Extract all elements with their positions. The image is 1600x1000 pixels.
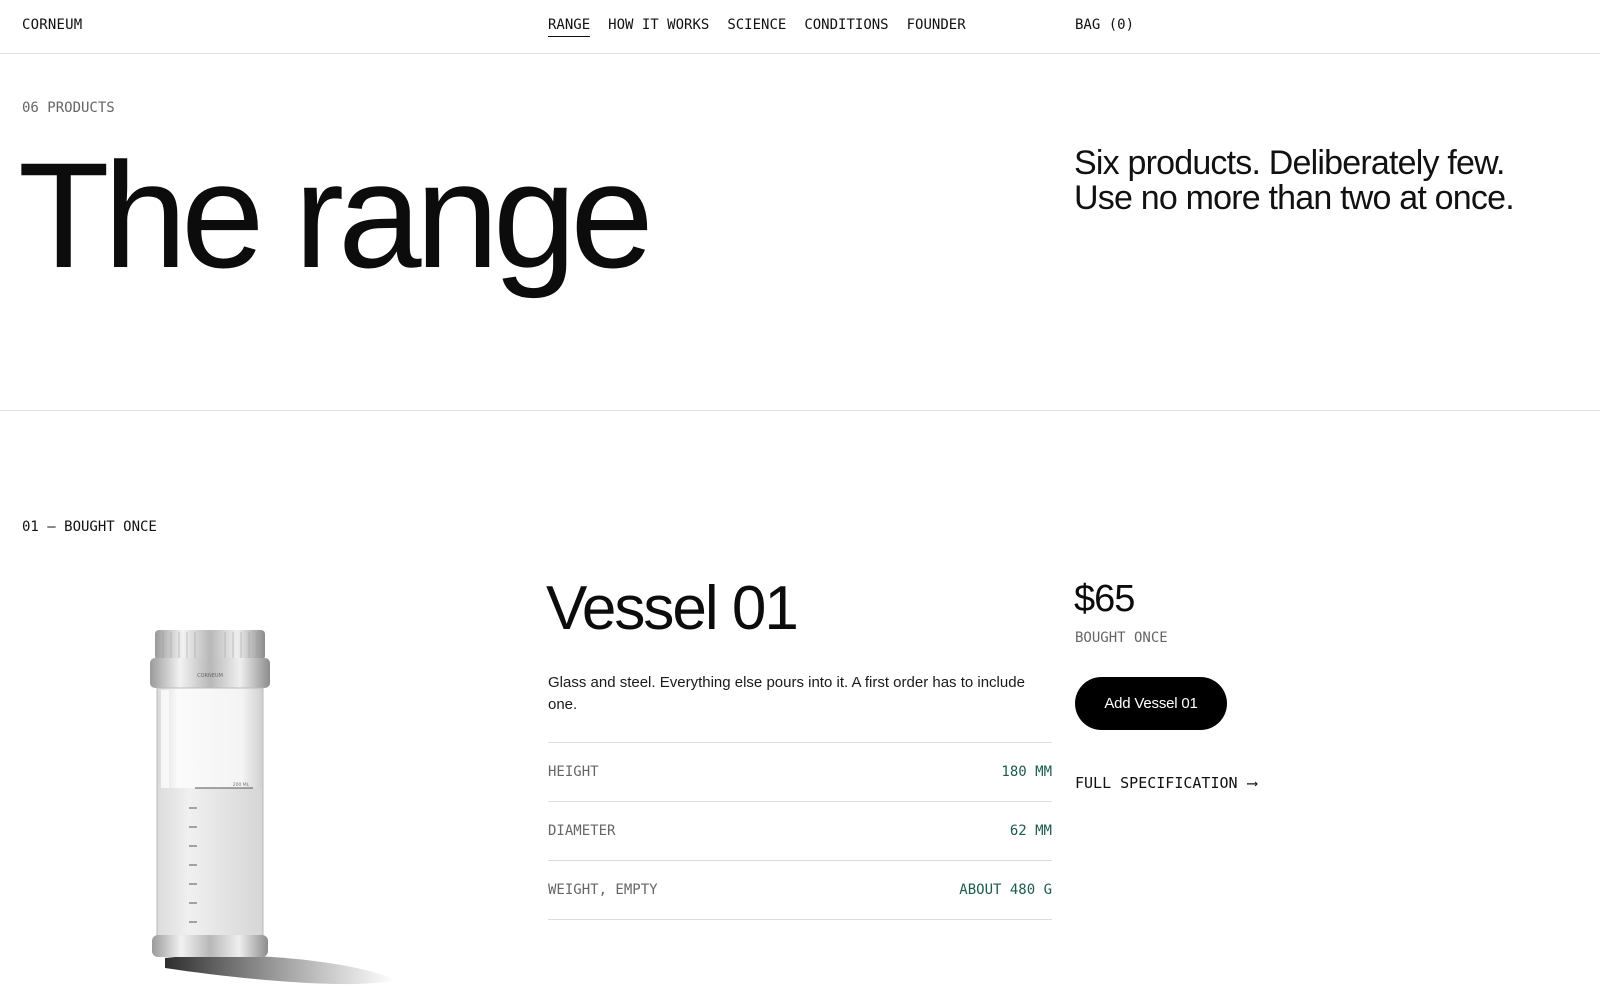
brand-logo-link[interactable]: CORNEUM — [22, 17, 82, 33]
bottle-brand-mark: CORNEUM — [197, 673, 223, 679]
spec-value: 62 MM — [1009, 823, 1052, 839]
bag-link[interactable]: BAG (0) — [1075, 17, 1134, 33]
spec-label: HEIGHT — [548, 764, 599, 780]
product-count: 06 PRODUCTS — [22, 100, 115, 116]
spec-table: HEIGHT 180 MM DIAMETER 62 MM WEIGHT, EMP… — [548, 742, 1052, 920]
spec-row-weight: WEIGHT, EMPTY ABOUT 480 G — [548, 861, 1052, 920]
add-to-bag-button[interactable]: Add Vessel 01 — [1075, 677, 1227, 730]
tagline-line-2: Use no more than two at once. — [1074, 179, 1515, 217]
full-specification-label: FULL SPECIFICATION — [1075, 774, 1238, 792]
product-name: Vessel 01 — [546, 574, 799, 643]
nav-item-founder[interactable]: FOUNDER — [907, 17, 966, 37]
full-specification-link[interactable]: FULL SPECIFICATION ⟶ — [1075, 774, 1257, 792]
spec-row-diameter: DIAMETER 62 MM — [548, 802, 1052, 861]
nav-item-how-it-works[interactable]: HOW IT WORKS — [608, 17, 709, 37]
tagline-line-1: Six products. Deliberately few. — [1074, 144, 1505, 182]
spec-label: WEIGHT, EMPTY — [548, 882, 658, 898]
arrow-right-icon: ⟶ — [1247, 774, 1257, 792]
section-divider — [0, 410, 1600, 411]
spec-value: 180 MM — [1001, 764, 1052, 780]
site-header: CORNEUM RANGE HOW IT WORKS SCIENCE CONDI… — [0, 0, 1600, 54]
nav-item-conditions[interactable]: CONDITIONS — [804, 17, 888, 37]
vessel-bottle-image: CORNEUM 200 ML — [150, 630, 395, 985]
price-note: BOUGHT ONCE — [1075, 630, 1168, 646]
spec-value: ABOUT 480 G — [959, 882, 1052, 898]
hero-tagline: Six products. Deliberately few. Use no m… — [1074, 146, 1574, 216]
spec-label: DIAMETER — [548, 823, 616, 839]
product-price: $65 — [1074, 578, 1135, 620]
spec-row-height: HEIGHT 180 MM — [548, 743, 1052, 802]
product-description: Glass and steel. Everything else pours i… — [548, 674, 1025, 713]
product-section-label: 01 — BOUGHT ONCE — [22, 519, 157, 535]
page-title: The range — [18, 131, 654, 299]
bottle-volume-mark: 200 ML — [233, 782, 250, 788]
main-nav: RANGE HOW IT WORKS SCIENCE CONDITIONS FO… — [548, 17, 966, 37]
nav-item-range[interactable]: RANGE — [548, 17, 591, 37]
nav-item-science[interactable]: SCIENCE — [727, 17, 786, 37]
